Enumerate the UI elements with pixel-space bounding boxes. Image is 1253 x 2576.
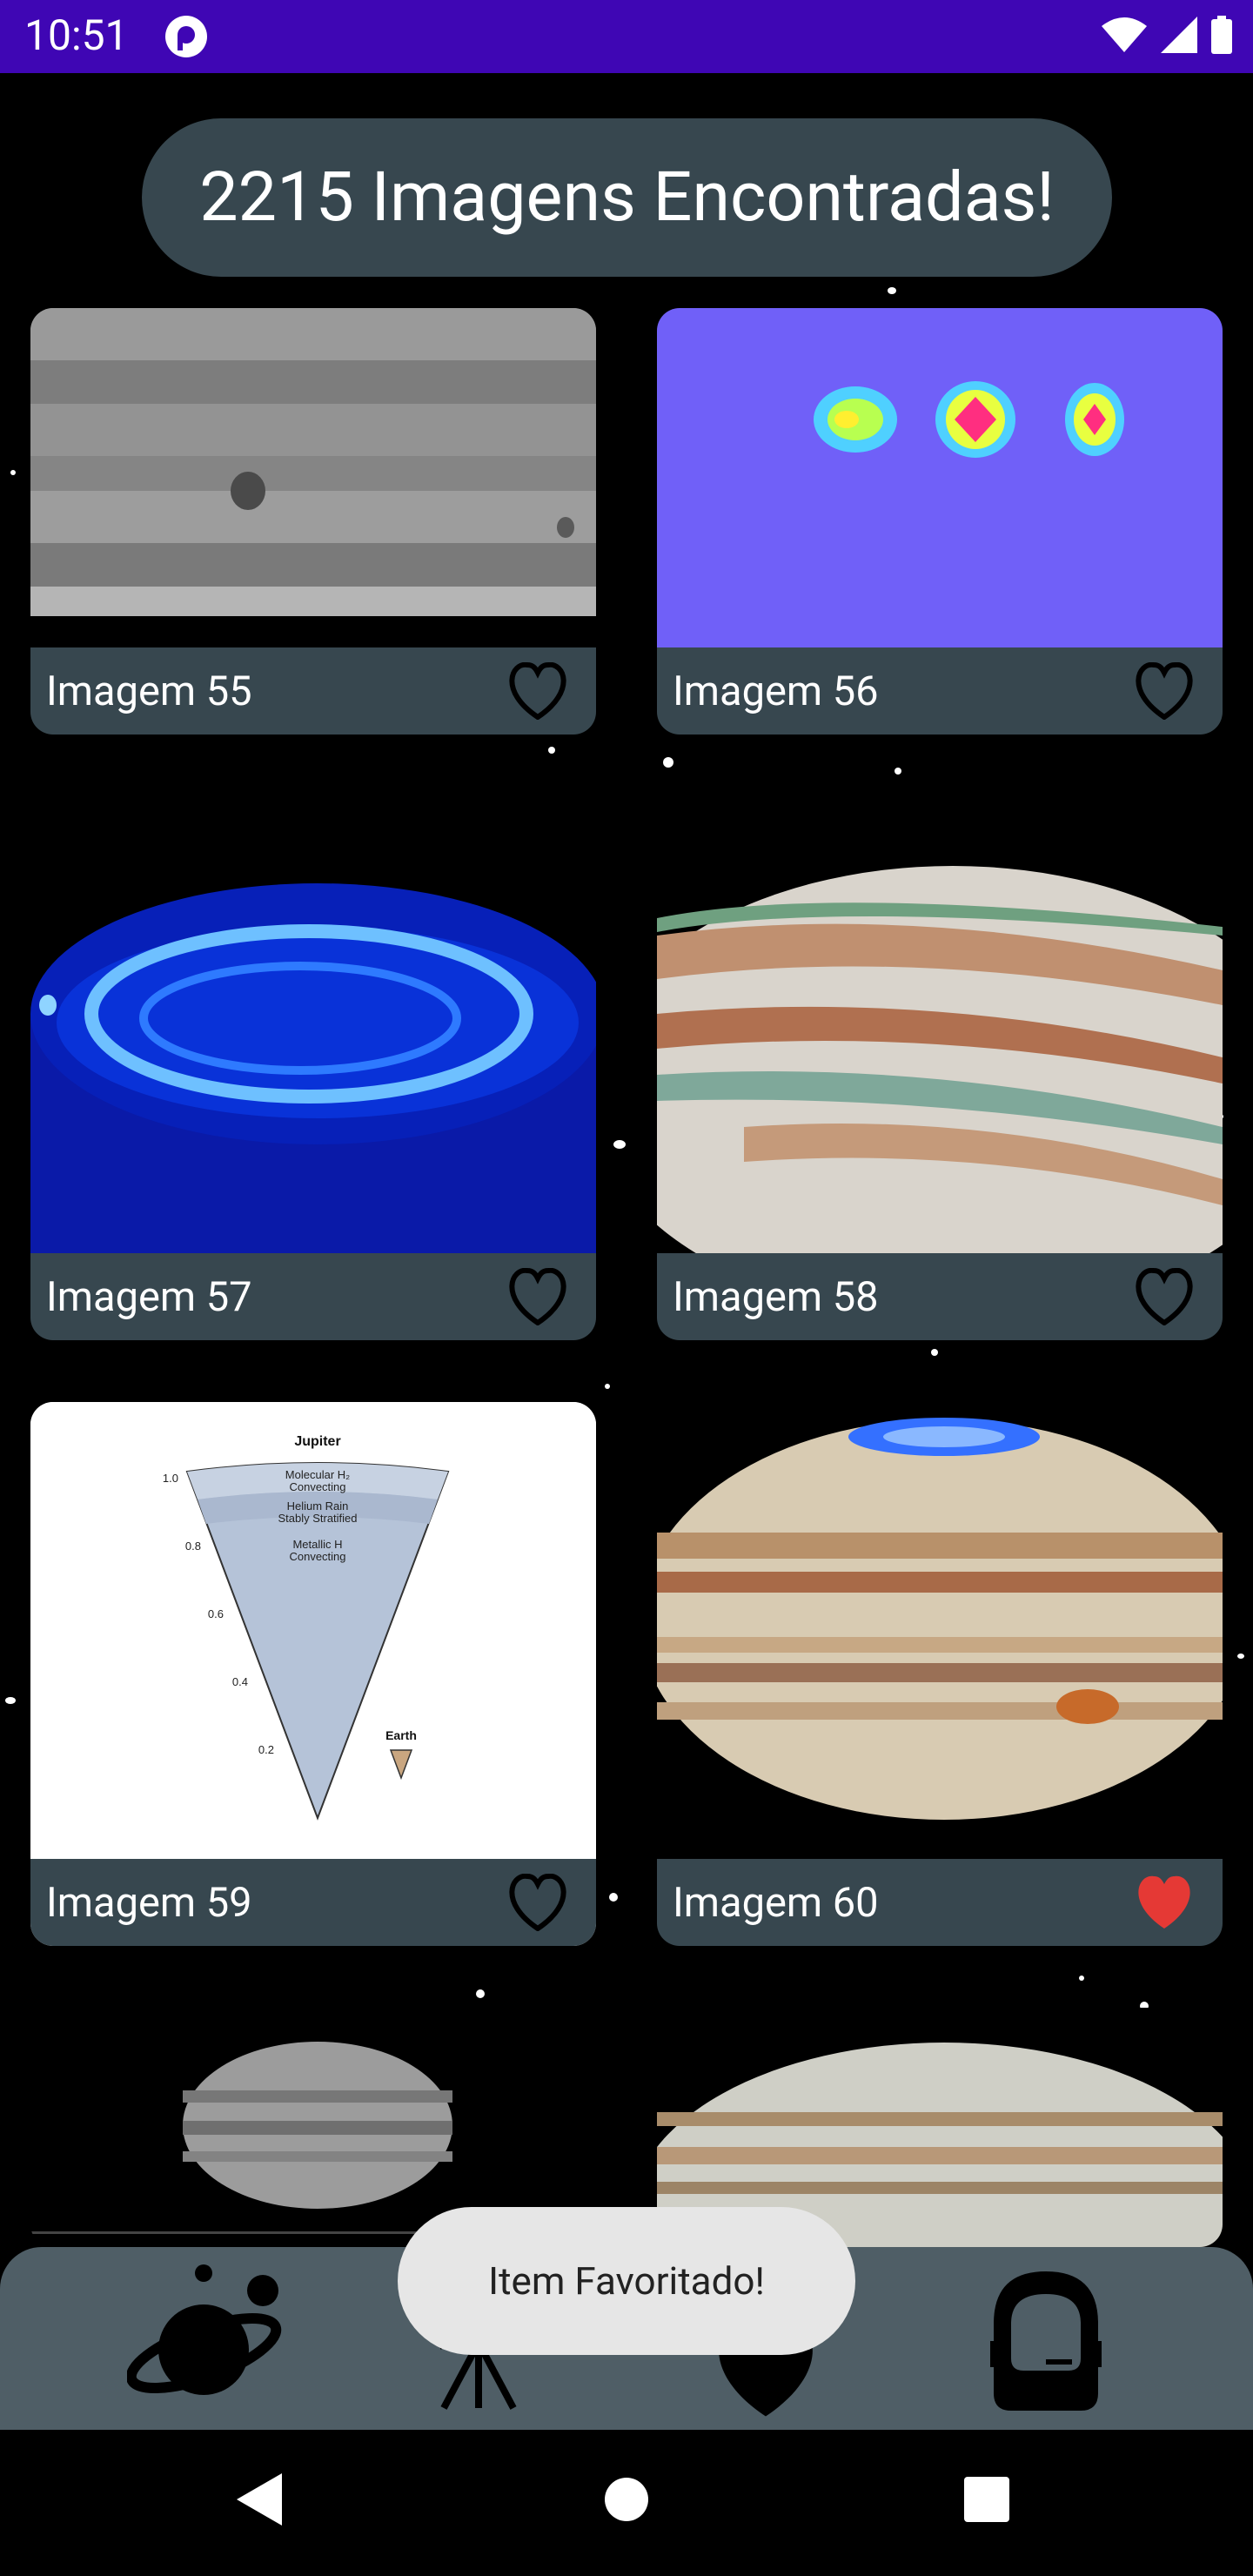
favorite-button[interactable]: [500, 1865, 575, 1940]
system-navigation-bar: [0, 2430, 1253, 2576]
planet-icon[interactable]: [127, 2256, 284, 2412]
card-title: Imagem 57: [46, 1272, 252, 1321]
card-title: Imagem 55: [46, 667, 252, 715]
toast-notification: Item Favoritado!: [398, 2207, 855, 2355]
tick-label: 0.4: [232, 1675, 248, 1688]
results-count-text: 2215 Imagens Encontradas!: [199, 158, 1055, 238]
card-image[interactable]: [657, 1402, 1223, 1859]
image-card-55[interactable]: Imagem 55: [30, 308, 596, 735]
image-card-60[interactable]: Imagem 60: [657, 1402, 1223, 1946]
card-image[interactable]: [657, 796, 1223, 1253]
image-card-58[interactable]: Imagem 58: [657, 796, 1223, 1340]
back-icon[interactable]: [237, 2473, 285, 2526]
tick-label: 0.6: [208, 1607, 224, 1620]
favorite-button[interactable]: [1127, 1865, 1202, 1940]
tick-label: 0.2: [258, 1743, 274, 1756]
battery-icon: [1211, 16, 1232, 54]
card-title: Imagem 60: [673, 1878, 879, 1927]
app-notification-icon: [165, 16, 207, 57]
status-time: 10:51: [24, 10, 129, 60]
card-image[interactable]: [30, 796, 596, 1253]
card-title: Imagem 59: [46, 1878, 252, 1927]
favorite-button[interactable]: [500, 654, 575, 728]
favorite-button[interactable]: [500, 1259, 575, 1334]
layer-label: Helium Rain: [287, 1499, 349, 1513]
card-title: Imagem 56: [673, 667, 879, 715]
card-caption: Imagem 58: [657, 1253, 1223, 1340]
image-card-59[interactable]: Jupiter Molecular H₂ Convecting Helium R…: [30, 1402, 596, 1946]
heart-filled-icon[interactable]: [1132, 1874, 1196, 1931]
tick-label: 0.8: [185, 1540, 201, 1553]
card-title: Imagem 58: [673, 1272, 879, 1321]
heart-outline-icon[interactable]: [506, 662, 570, 720]
image-card-56[interactable]: Imagem 56: [657, 308, 1223, 735]
heart-outline-icon[interactable]: [1132, 1268, 1196, 1325]
card-image[interactable]: [30, 308, 596, 616]
heart-outline-icon[interactable]: [506, 1874, 570, 1931]
cellular-signal-icon: [1161, 17, 1197, 53]
recents-icon[interactable]: [964, 2477, 1009, 2522]
layer-label: Stably Stratified: [278, 1512, 357, 1525]
favorite-button[interactable]: [1127, 1259, 1202, 1334]
home-icon[interactable]: [604, 2477, 649, 2522]
layer-label: Molecular H₂: [285, 1468, 350, 1481]
jupiter-interior-diagram[interactable]: Jupiter Molecular H₂ Convecting Helium R…: [30, 1402, 596, 1859]
card-caption: Imagem 55: [30, 647, 596, 735]
results-count-header: 2215 Imagens Encontradas!: [142, 118, 1112, 277]
earth-label: Earth: [385, 1728, 417, 1742]
card-caption: Imagem 60: [657, 1859, 1223, 1946]
favorite-button[interactable]: [1127, 654, 1202, 728]
layer-label: Convecting: [289, 1480, 345, 1493]
wifi-icon: [1102, 17, 1147, 52]
layer-label: Metallic H: [292, 1538, 342, 1551]
card-caption: Imagem 57: [30, 1253, 596, 1340]
astronaut-helmet-icon[interactable]: [976, 2263, 1116, 2419]
layer-label: Convecting: [289, 1550, 345, 1563]
heart-outline-icon[interactable]: [1132, 662, 1196, 720]
card-caption: Imagem 59: [30, 1859, 596, 1946]
diagram-title: Jupiter: [294, 1434, 340, 1449]
tick-label: 1.0: [163, 1472, 178, 1485]
image-card-57[interactable]: Imagem 57: [30, 796, 596, 1340]
card-image[interactable]: [657, 308, 1223, 647]
toast-message: Item Favoritado!: [488, 2258, 765, 2304]
heart-outline-icon[interactable]: [506, 1268, 570, 1325]
card-caption: Imagem 56: [657, 647, 1223, 735]
status-bar: 10:51: [0, 0, 1253, 73]
